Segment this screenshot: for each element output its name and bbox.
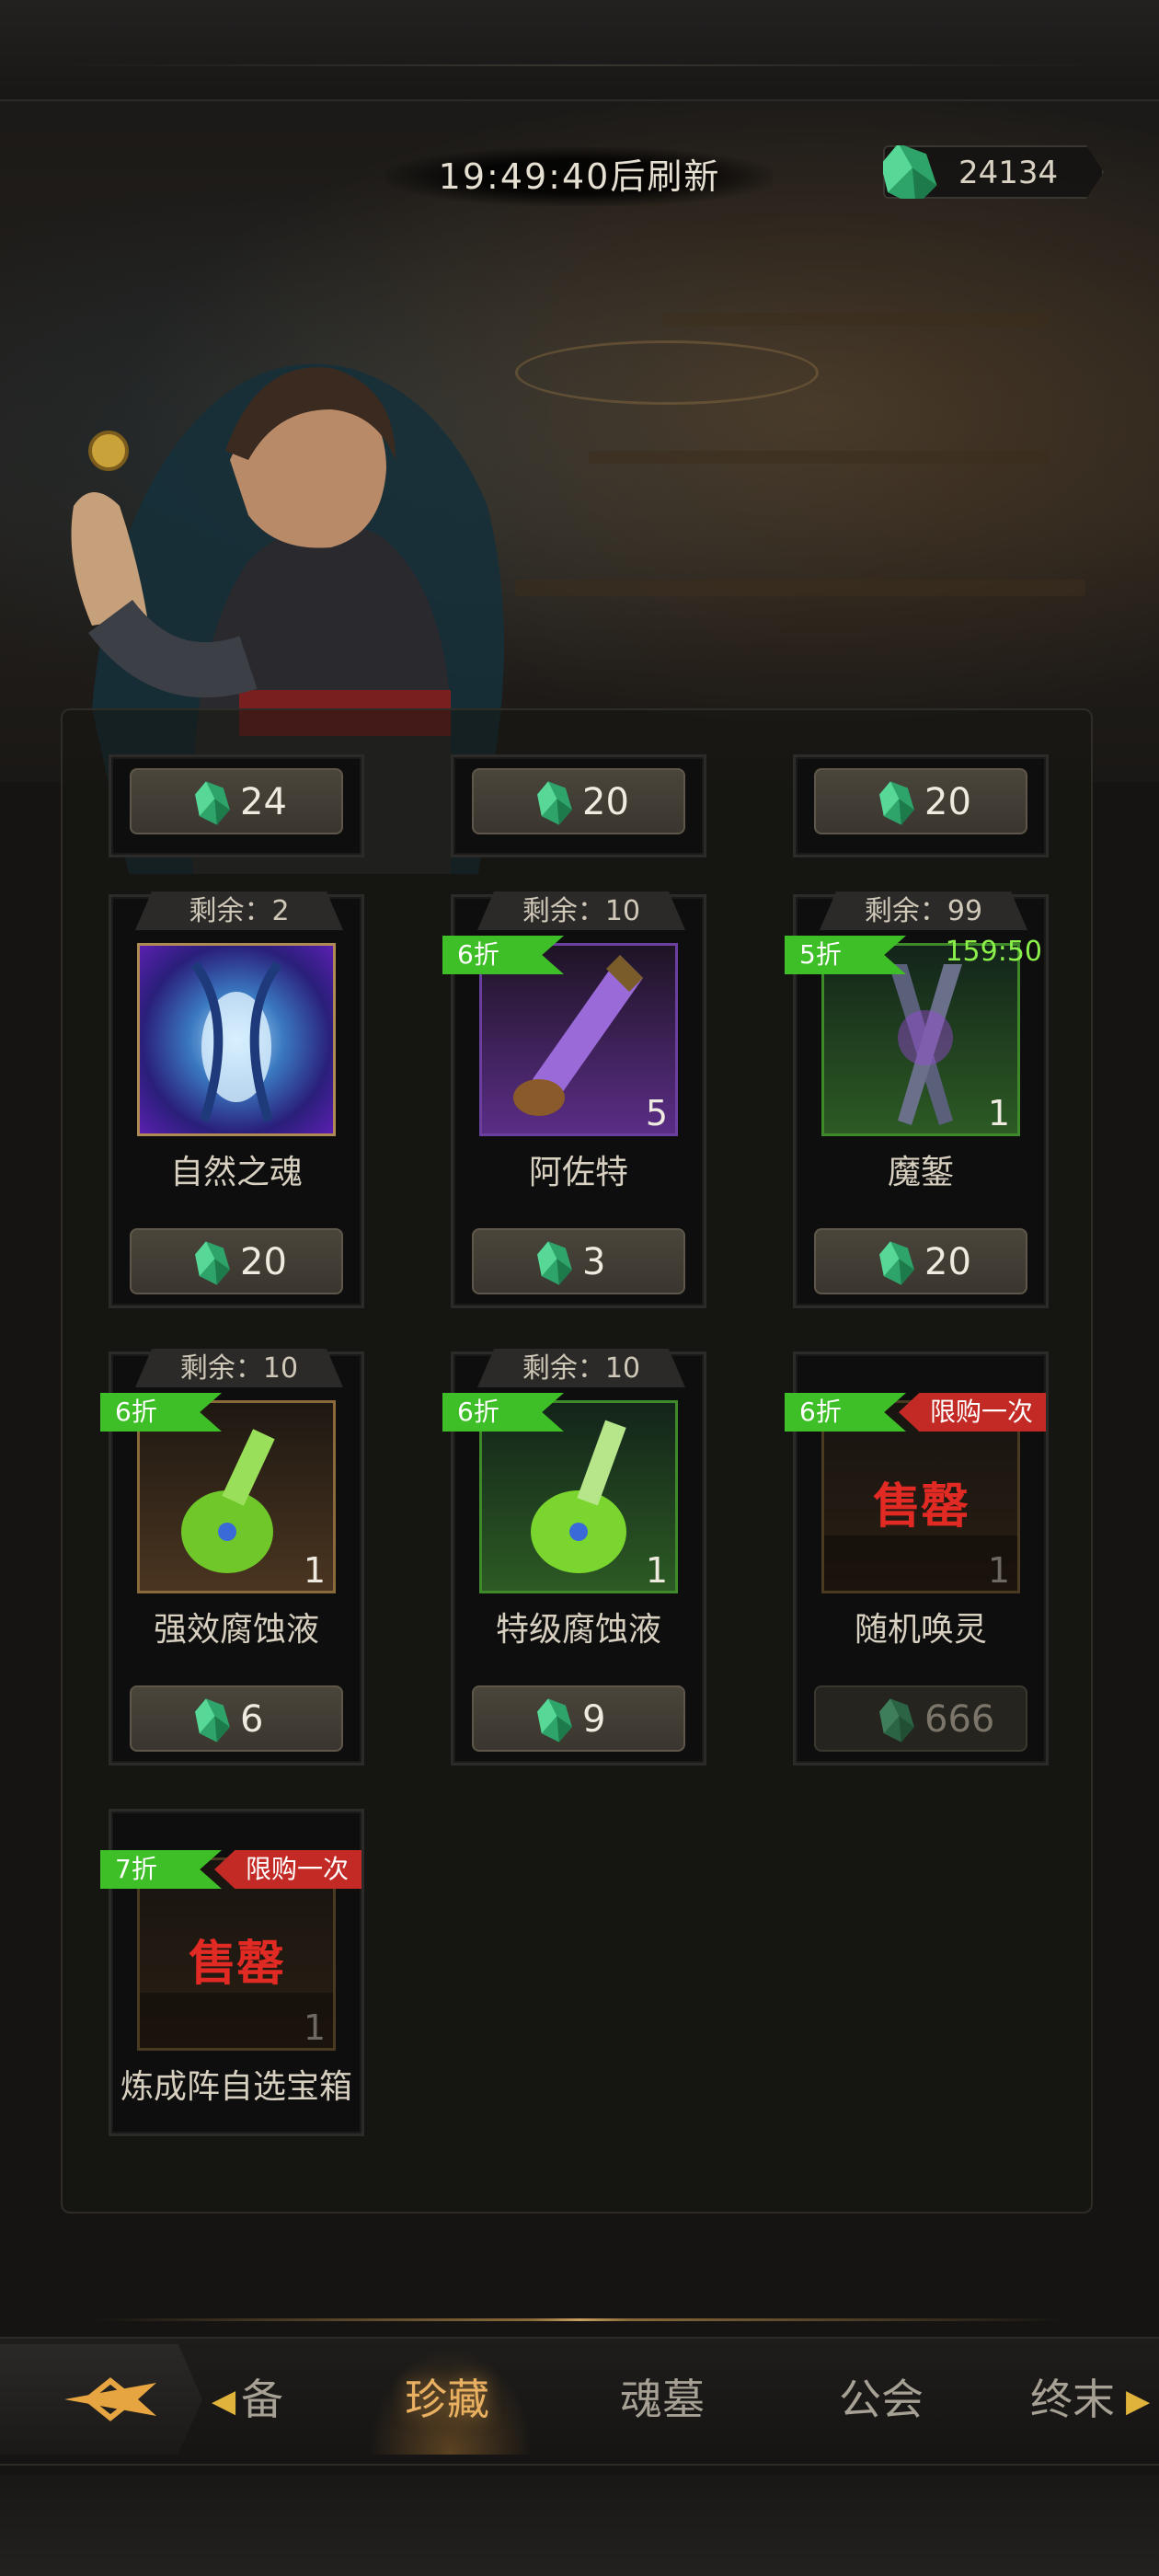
price-value: 20 xyxy=(924,1241,971,1283)
price-button[interactable]: 3 xyxy=(472,1228,685,1294)
green-crystal-icon xyxy=(879,1241,914,1285)
sold-out-label: 售罄 xyxy=(188,1937,284,1992)
bottom-frame xyxy=(0,2475,1159,2576)
shop-card-super-corrosive[interactable]: 剩余：10 1 6折 特级腐蚀液 9 xyxy=(442,1349,706,1765)
item-quantity: 5 xyxy=(645,1093,668,1133)
shop-card-azoth[interactable]: 剩余：10 5 6折 阿佐特 3 xyxy=(442,891,706,1308)
item-name: 魔錾 xyxy=(887,1154,954,1191)
green-crystal-icon xyxy=(537,1698,572,1742)
item-quantity: 1 xyxy=(987,1093,1010,1133)
remaining-count: 剩余：10 xyxy=(477,1349,685,1387)
nature-soul-icon xyxy=(190,961,282,1122)
tab-finale[interactable]: 终末 xyxy=(1030,2366,1115,2427)
limit-tag: 限购一次 xyxy=(214,1850,361,1889)
shop-card[interactable]: 24 xyxy=(109,754,364,857)
item-name: 强效腐蚀液 xyxy=(153,1611,319,1649)
price-button[interactable]: 20 xyxy=(472,768,685,834)
item-slot[interactable] xyxy=(137,943,336,1136)
item-quantity: 1 xyxy=(303,1550,326,1591)
price-value: 3 xyxy=(582,1241,606,1283)
shop-card-strong-corrosive[interactable]: 剩余：10 1 6折 强效腐蚀液 6 xyxy=(100,1349,364,1765)
price-button[interactable]: 20 xyxy=(814,1228,1027,1294)
green-crystal-icon xyxy=(879,781,914,825)
shop-card-nature-soul[interactable]: 剩余：2 自然之魂 20 xyxy=(109,891,364,1308)
top-frame xyxy=(0,0,1159,101)
price-value: 6 xyxy=(240,1698,264,1741)
green-crystal-icon xyxy=(537,1241,572,1285)
price-value: 20 xyxy=(582,781,629,823)
currency-display: 24134 xyxy=(883,145,1104,199)
green-crystal-icon xyxy=(195,1698,230,1742)
currency-value: 24134 xyxy=(958,155,1059,191)
item-name: 阿佐特 xyxy=(528,1154,628,1191)
green-crystal-icon xyxy=(879,1698,914,1742)
remaining-count: 剩余：10 xyxy=(135,1349,343,1387)
tab-soul-tomb[interactable]: 魂墓 xyxy=(620,2366,705,2427)
item-name: 炼成阵自选宝箱 xyxy=(120,2068,352,2106)
shelf xyxy=(662,313,1049,326)
price-button[interactable]: 6 xyxy=(130,1685,343,1752)
price-value: 20 xyxy=(924,781,971,823)
price-button[interactable]: 20 xyxy=(130,1228,343,1294)
item-quantity: 1 xyxy=(987,1550,1010,1591)
shop-card-magic-chisel[interactable]: 剩余：99 1 5折 159:50 魔錾 20 xyxy=(785,891,1049,1308)
green-crystal-icon xyxy=(195,1241,230,1285)
nav-divider xyxy=(92,2318,1067,2321)
back-button[interactable] xyxy=(0,2344,202,2455)
remaining-count: 剩余：10 xyxy=(477,891,685,930)
back-arrow-icon xyxy=(64,2377,156,2421)
price-value: 9 xyxy=(582,1698,606,1741)
price-button[interactable]: 24 xyxy=(130,768,343,834)
chandelier xyxy=(515,340,819,405)
shelf xyxy=(589,451,1049,464)
item-quantity: 1 xyxy=(303,2007,326,2048)
shop-card[interactable]: 20 xyxy=(793,754,1049,857)
green-crystal-icon xyxy=(537,781,572,825)
countdown-timer: 159:50 xyxy=(945,936,1042,968)
refresh-timer: 19:49:40后刷新 xyxy=(386,147,773,206)
limit-tag: 限购一次 xyxy=(899,1393,1046,1432)
item-name: 自然之魂 xyxy=(169,1154,303,1191)
item-quantity: 1 xyxy=(645,1550,668,1591)
shop-card-random-summon[interactable]: 售罄 1 6折 限购一次 随机唤灵 666 xyxy=(785,1351,1049,1765)
sold-out-label: 售罄 xyxy=(872,1479,969,1535)
remaining-count: 剩余：2 xyxy=(135,891,343,930)
price-value: 24 xyxy=(240,781,287,823)
shop-card-array-chest[interactable]: 售罄 1 7折 限购一次 炼成阵自选宝箱 xyxy=(100,1809,364,2136)
green-crystal-icon xyxy=(195,781,230,825)
tab-equipment[interactable]: 备 xyxy=(241,2366,283,2427)
price-value: 20 xyxy=(240,1241,287,1283)
price-button[interactable]: 9 xyxy=(472,1685,685,1752)
item-name: 特级腐蚀液 xyxy=(495,1611,661,1649)
tab-guild[interactable]: 公会 xyxy=(839,2366,924,2427)
scroll-right-icon[interactable]: ▶ xyxy=(1126,2383,1150,2420)
remaining-count: 剩余：99 xyxy=(820,891,1027,930)
shelf xyxy=(515,580,1085,596)
item-name: 随机唤灵 xyxy=(854,1611,987,1649)
price-value: 666 xyxy=(924,1698,995,1741)
scroll-left-icon[interactable]: ◀ xyxy=(212,2383,235,2420)
shop-card[interactable]: 20 xyxy=(451,754,706,857)
tab-collection[interactable]: 珍藏 xyxy=(405,2366,489,2427)
price-button: 666 xyxy=(814,1685,1027,1752)
price-button[interactable]: 20 xyxy=(814,768,1027,834)
